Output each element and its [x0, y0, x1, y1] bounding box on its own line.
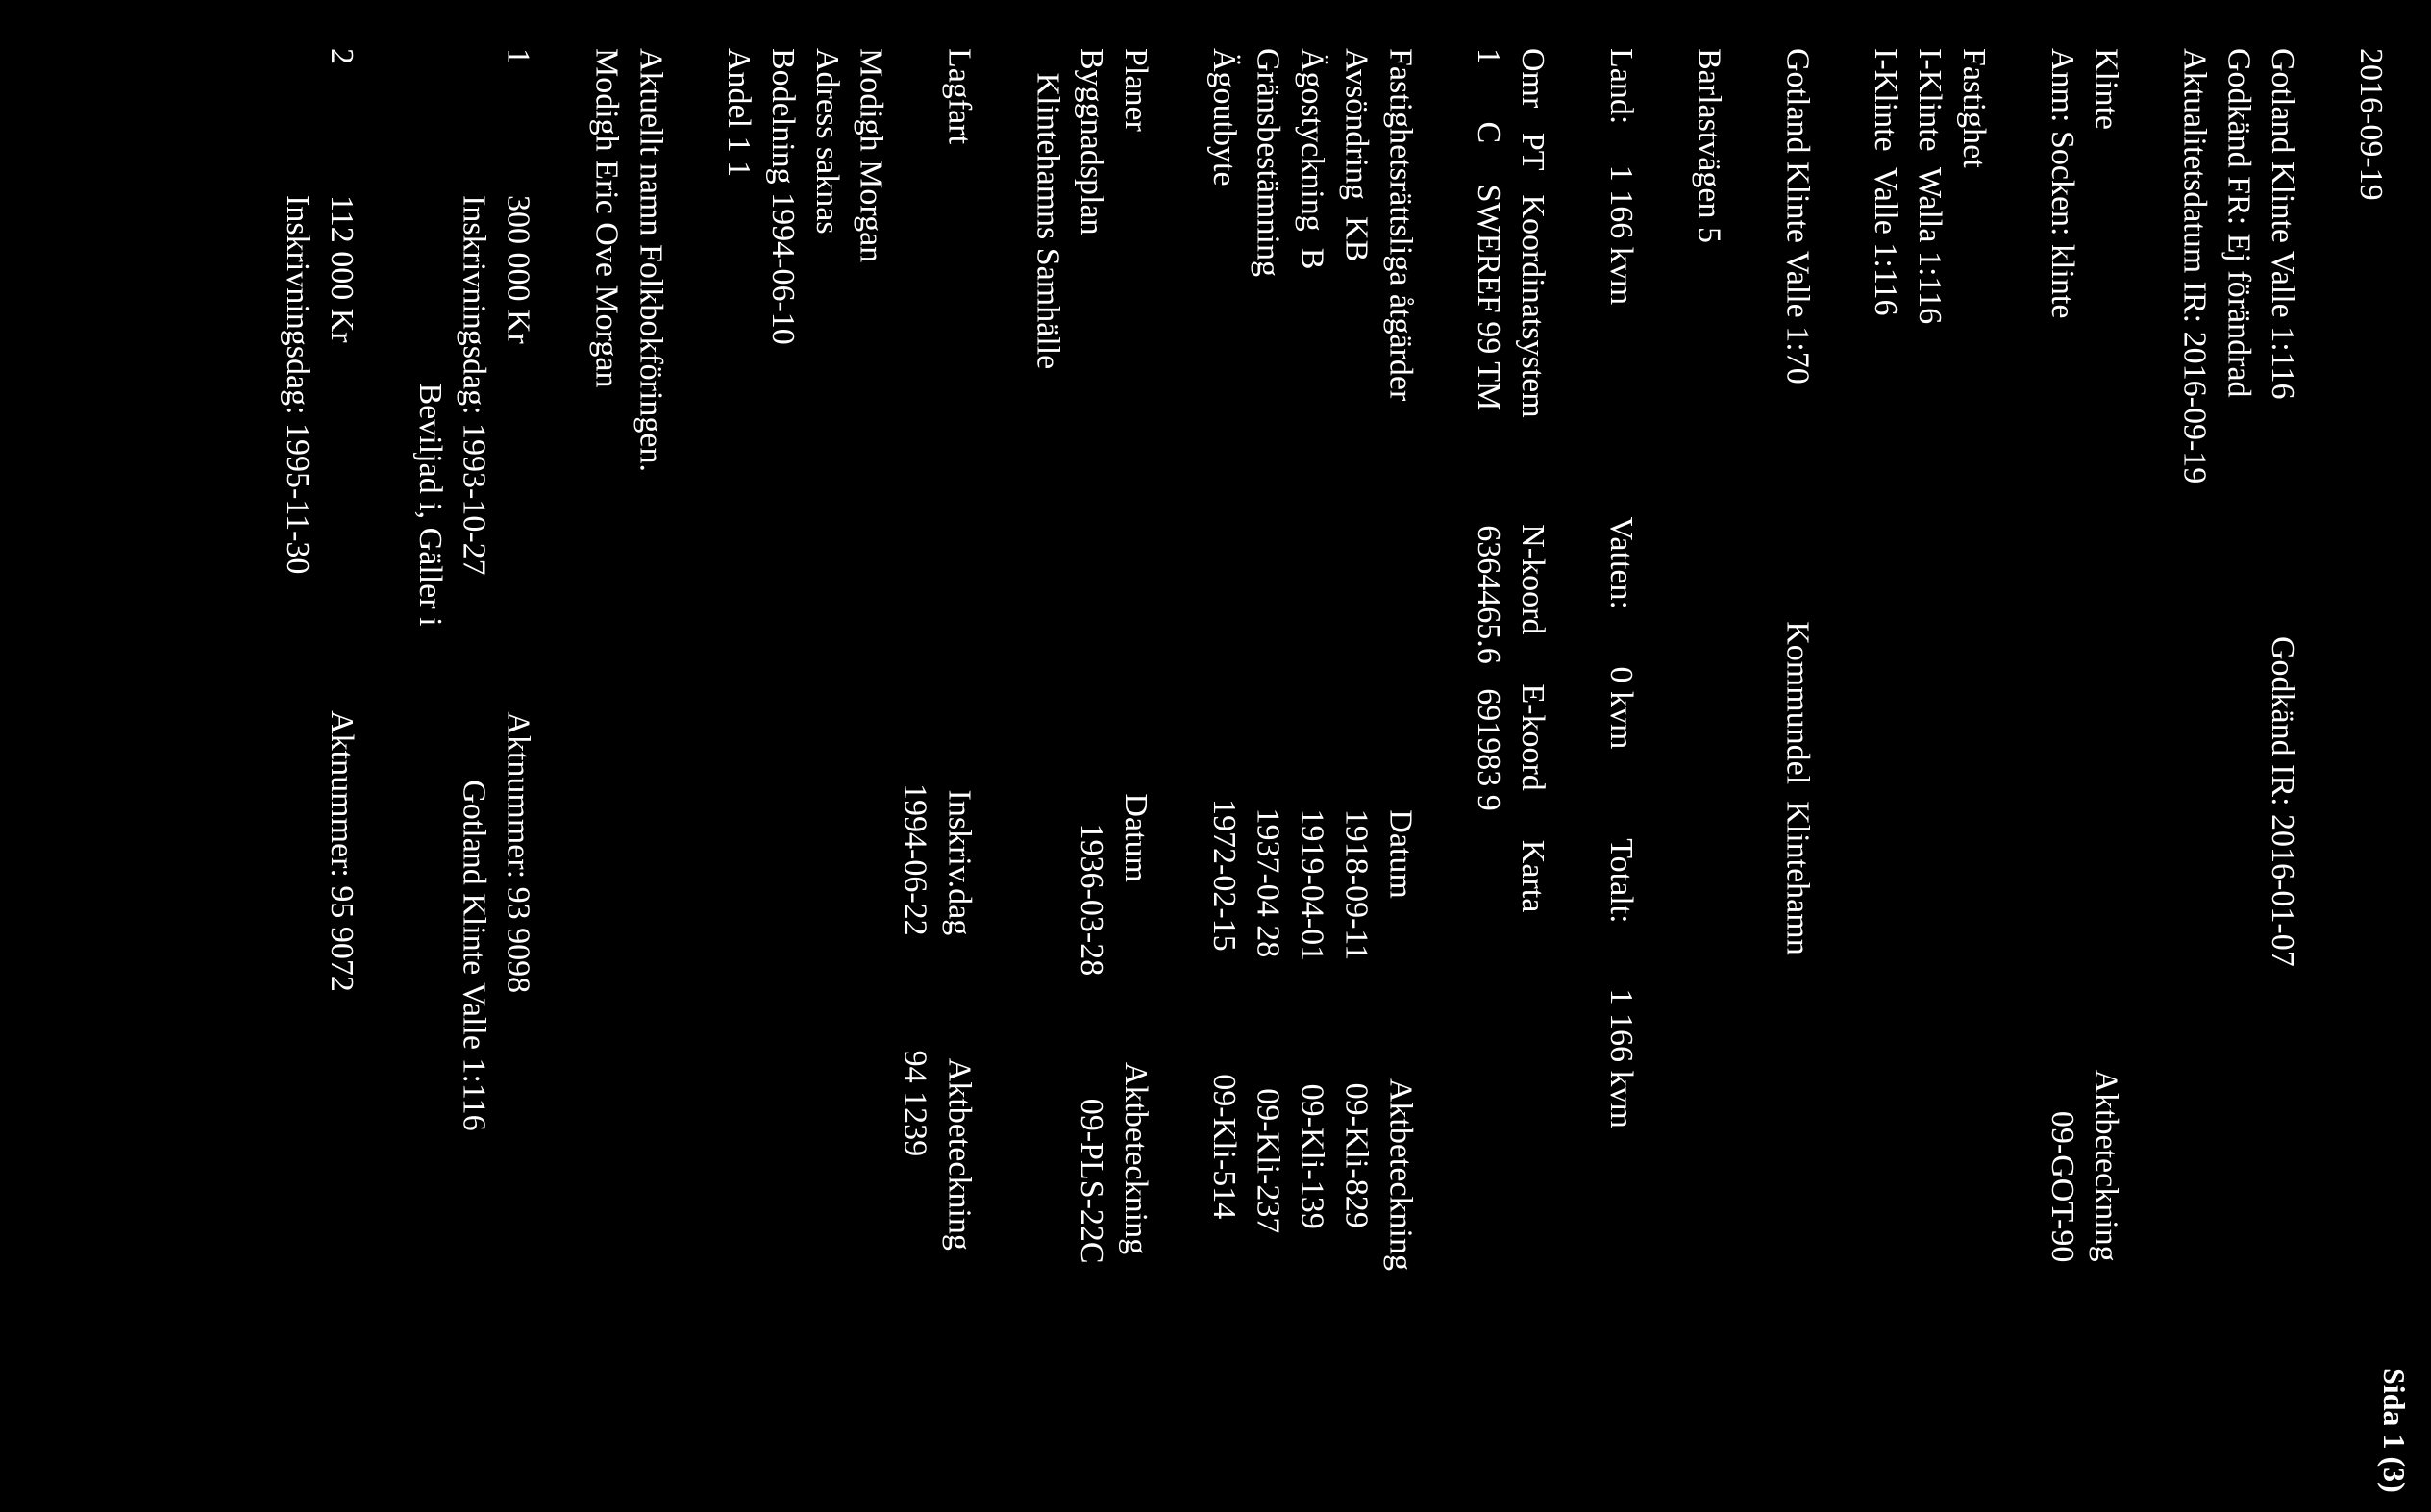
- gotland-line: Gotland Klinte Valle 1:70 Kommundel Klin…: [1775, 48, 1820, 1474]
- address: Barlastvägen 5: [1687, 48, 1731, 1474]
- owner-addr: Adress saknas: [805, 48, 849, 1474]
- owner-name: Modigh Morgan: [849, 48, 893, 1474]
- fastighet-heading: Fastighet: [1951, 48, 1996, 1474]
- top-date: 2016-09-19: [2348, 48, 2393, 1474]
- header-property: Gotland Klinte Valle 1:116: [2265, 48, 2300, 399]
- aktbeteckning-value: 09-GOT-90: [2045, 1111, 2080, 1262]
- aktbeteckning-heading: Aktbeteckning: [2089, 1069, 2124, 1261]
- omr-row: 1 C SWEREF 99 TM 6364465.6 691983 9: [1466, 48, 1510, 1474]
- header-line2: Godkänd FR: Ej förändrad: [2216, 48, 2260, 1474]
- omr-header: Omr PT Koordinatsystem N-koord E-koord K…: [1510, 48, 1554, 1474]
- owner-andel: Andel 1 1: [716, 48, 760, 1474]
- header-line1: Gotland Klinte Valle 1:116 Godkänd IR: 2…: [2260, 48, 2304, 1474]
- page-footer: Sida 1 (3): [2376, 1368, 2412, 1493]
- atgard-row-1: Ägostyckning B 1919-04-01 09-Kli-139: [1290, 48, 1334, 1474]
- socken-name: Klinte Aktbeteckning: [2084, 48, 2128, 1474]
- planer-heading: Planer Datum Aktbeteckning: [1113, 48, 1157, 1474]
- entry2-line2: Inskrivningsdag: 1995-11-30: [275, 48, 319, 1474]
- fastighet-line1: I-Klinte Walla 1:116: [1907, 48, 1951, 1474]
- aktuellt-name: Modigh Eric Ove Morgan: [583, 48, 628, 1474]
- atgard-heading: Fastighetsrättsliga åtgärder Datum Aktbe…: [1378, 48, 1423, 1474]
- lagfart-row: 1994-06-22 94 1239: [893, 48, 937, 1474]
- atgard-row-3: Ägoutbyte 1972-02-15 09-Kli-514: [1202, 48, 1246, 1474]
- land-line: Land: 1 166 kvm Vatten: 0 kvm Totalt: 1 …: [1599, 48, 1643, 1474]
- owner-bodel: Bodelning 1994-06-10: [760, 48, 805, 1474]
- entry2-line1: 2 112 000 Kr Aktnummer: 95 9072: [319, 48, 363, 1474]
- entry1-line1: 1 300 000 Kr Aktnummer: 93 9098: [496, 48, 540, 1474]
- header-ir-date: Godkänd IR: 2016-01-07: [2265, 636, 2300, 967]
- planer-sub: Klintehamns Samhälle: [1025, 48, 1069, 1474]
- lagfart-heading: Lagfart Inskriv.dag Aktbeteckning: [937, 48, 981, 1474]
- atgard-row-2: Gränsbestämning 1937-04 28 09-Kli-237: [1246, 48, 1290, 1474]
- planer-row: Byggnadsplan 1936-03-28 09-PLS-22C: [1069, 48, 1113, 1474]
- fastighet-line2: I-Klinte Valle 1:116: [1863, 48, 1907, 1474]
- header-line3: Aktualitetsdatum IR: 2016-09-19: [2172, 48, 2217, 1474]
- socken-note: Anm: Socken: klinte 09-GOT-90: [2040, 48, 2084, 1474]
- atgard-row-0: Avsöndring KB 1918-09-11 09-Kli-829: [1334, 48, 1378, 1474]
- aktuellt: Aktuellt namn Folkbokföringen.: [628, 48, 672, 1474]
- entry1-line2: Inskrivningsdag: 1993-10-27 Gotland Klin…: [452, 48, 496, 1474]
- entry1-line3: Beviljad i, Gäller i: [408, 48, 452, 1474]
- document-page: 2016-09-19 Gotland Klinte Valle 1:116 Go…: [0, 0, 2431, 1512]
- kommundel: Kommundel Klintehamn: [1779, 621, 1815, 955]
